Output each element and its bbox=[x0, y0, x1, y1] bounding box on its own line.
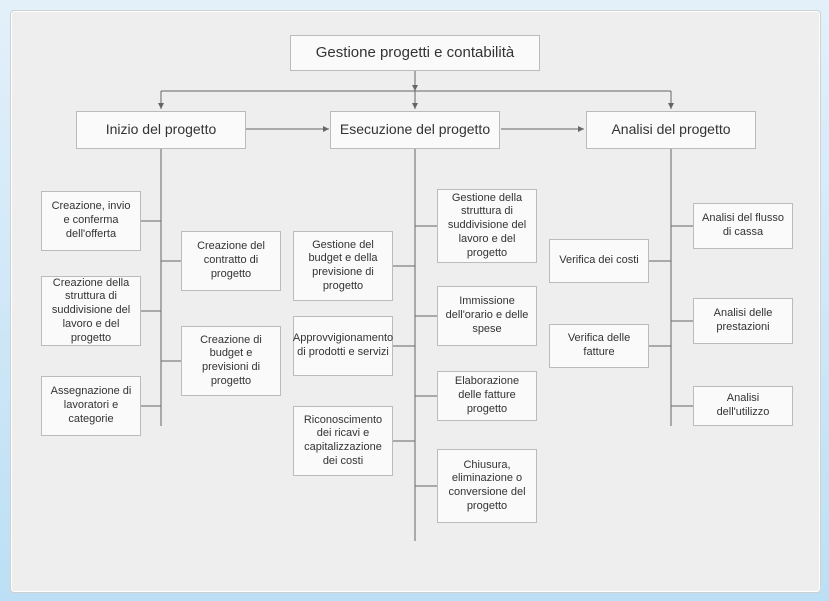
leaf-budget-gestione: Gestione del budget e della previsione d… bbox=[293, 231, 393, 301]
diagram-canvas: Gestione progetti e contabilità Inizio d… bbox=[10, 10, 821, 593]
leaf-prestazioni: Analisi delle prestazioni bbox=[693, 298, 793, 344]
leaf-wbs-creazione: Creazione della struttura di suddivision… bbox=[41, 276, 141, 346]
leaf-assegnazione: Assegnazione di lavoratori e categorie bbox=[41, 376, 141, 436]
leaf-approvvigionamento: Approvvigionamento di prodotti e servizi bbox=[293, 316, 393, 376]
phase-esecuzione: Esecuzione del progetto bbox=[330, 111, 500, 149]
leaf-flusso-cassa: Analisi del flusso di cassa bbox=[693, 203, 793, 249]
leaf-verifica-fatture: Verifica delle fatture bbox=[549, 324, 649, 368]
leaf-elaborazione-fatture: Elaborazione delle fatture progetto bbox=[437, 371, 537, 421]
leaf-contratto: Creazione del contratto di progetto bbox=[181, 231, 281, 291]
leaf-wbs-gestione: Gestione della struttura di suddivisione… bbox=[437, 189, 537, 263]
leaf-riconoscimento: Riconoscimento dei ricavi e capitalizzaz… bbox=[293, 406, 393, 476]
leaf-chiusura: Chiusura, eliminazione o conversione del… bbox=[437, 449, 537, 523]
leaf-offerta: Creazione, invio e conferma dell'offerta bbox=[41, 191, 141, 251]
phase-inizio: Inizio del progetto bbox=[76, 111, 246, 149]
leaf-orario-spese: Immissione dell'orario e delle spese bbox=[437, 286, 537, 346]
phase-analisi: Analisi del progetto bbox=[586, 111, 756, 149]
leaf-verifica-costi: Verifica dei costi bbox=[549, 239, 649, 283]
root-node: Gestione progetti e contabilità bbox=[290, 35, 540, 71]
leaf-budget-creazione: Creazione di budget e previsioni di prog… bbox=[181, 326, 281, 396]
leaf-utilizzo: Analisi dell'utilizzo bbox=[693, 386, 793, 426]
